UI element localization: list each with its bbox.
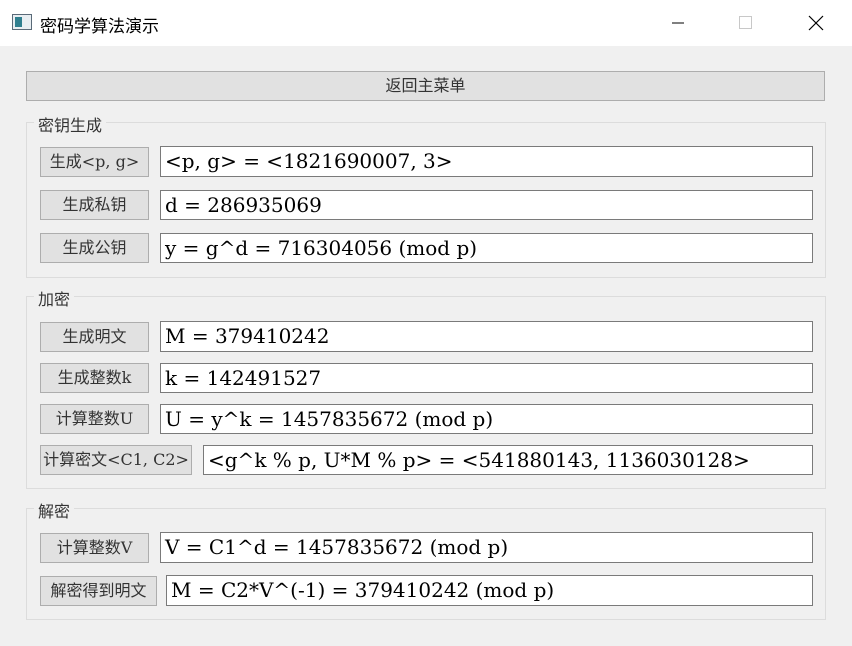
- k-value-field[interactable]: k = 142491527: [160, 363, 813, 393]
- minimize-button[interactable]: [655, 0, 701, 46]
- generate-k-button[interactable]: 生成整数k: [40, 363, 149, 393]
- decrypted-plaintext-field[interactable]: M = C2*V^(-1) = 379410242 (mod p): [166, 575, 813, 606]
- generate-plaintext-button[interactable]: 生成明文: [40, 322, 149, 352]
- minimize-icon: [672, 22, 684, 24]
- v-value-field[interactable]: V = C1^d = 1457835672 (mod p): [160, 532, 813, 563]
- maximize-icon: [739, 16, 752, 29]
- calculate-ciphertext-button[interactable]: 计算密文<C1, C2>: [40, 445, 192, 475]
- plaintext-field[interactable]: M = 379410242: [160, 321, 813, 352]
- close-icon: [808, 15, 824, 31]
- calculate-v-button[interactable]: 计算整数V: [40, 533, 149, 563]
- public-key-field[interactable]: y = g^d = 716304056 (mod p): [160, 233, 813, 263]
- encrypt-group-title: 加密: [34, 286, 75, 310]
- private-key-field[interactable]: d = 286935069: [160, 190, 813, 220]
- generate-pg-button[interactable]: 生成<p, g>: [40, 147, 149, 177]
- title-bar: 密码学算法演示: [0, 0, 852, 46]
- return-main-menu-button[interactable]: 返回主菜单: [26, 71, 825, 101]
- generate-private-key-button[interactable]: 生成私钥: [40, 190, 149, 220]
- pg-value-field[interactable]: <p, g> = <1821690007, 3>: [160, 146, 813, 177]
- ciphertext-field[interactable]: <g^k % p, U*M % p> = <541880143, 1136030…: [203, 445, 813, 475]
- u-value-field[interactable]: U = y^k = 1457835672 (mod p): [160, 404, 813, 434]
- calculate-u-button[interactable]: 计算整数U: [40, 404, 149, 434]
- maximize-button[interactable]: [722, 0, 768, 46]
- decrypt-group-title: 解密: [34, 498, 75, 522]
- decrypt-plaintext-button[interactable]: 解密得到明文: [40, 576, 157, 606]
- window-title: 密码学算法演示: [40, 17, 159, 37]
- app-icon: [12, 14, 32, 30]
- keygen-group-title: 密钥生成: [34, 112, 107, 136]
- generate-public-key-button[interactable]: 生成公钥: [40, 233, 149, 263]
- close-button[interactable]: [793, 0, 839, 46]
